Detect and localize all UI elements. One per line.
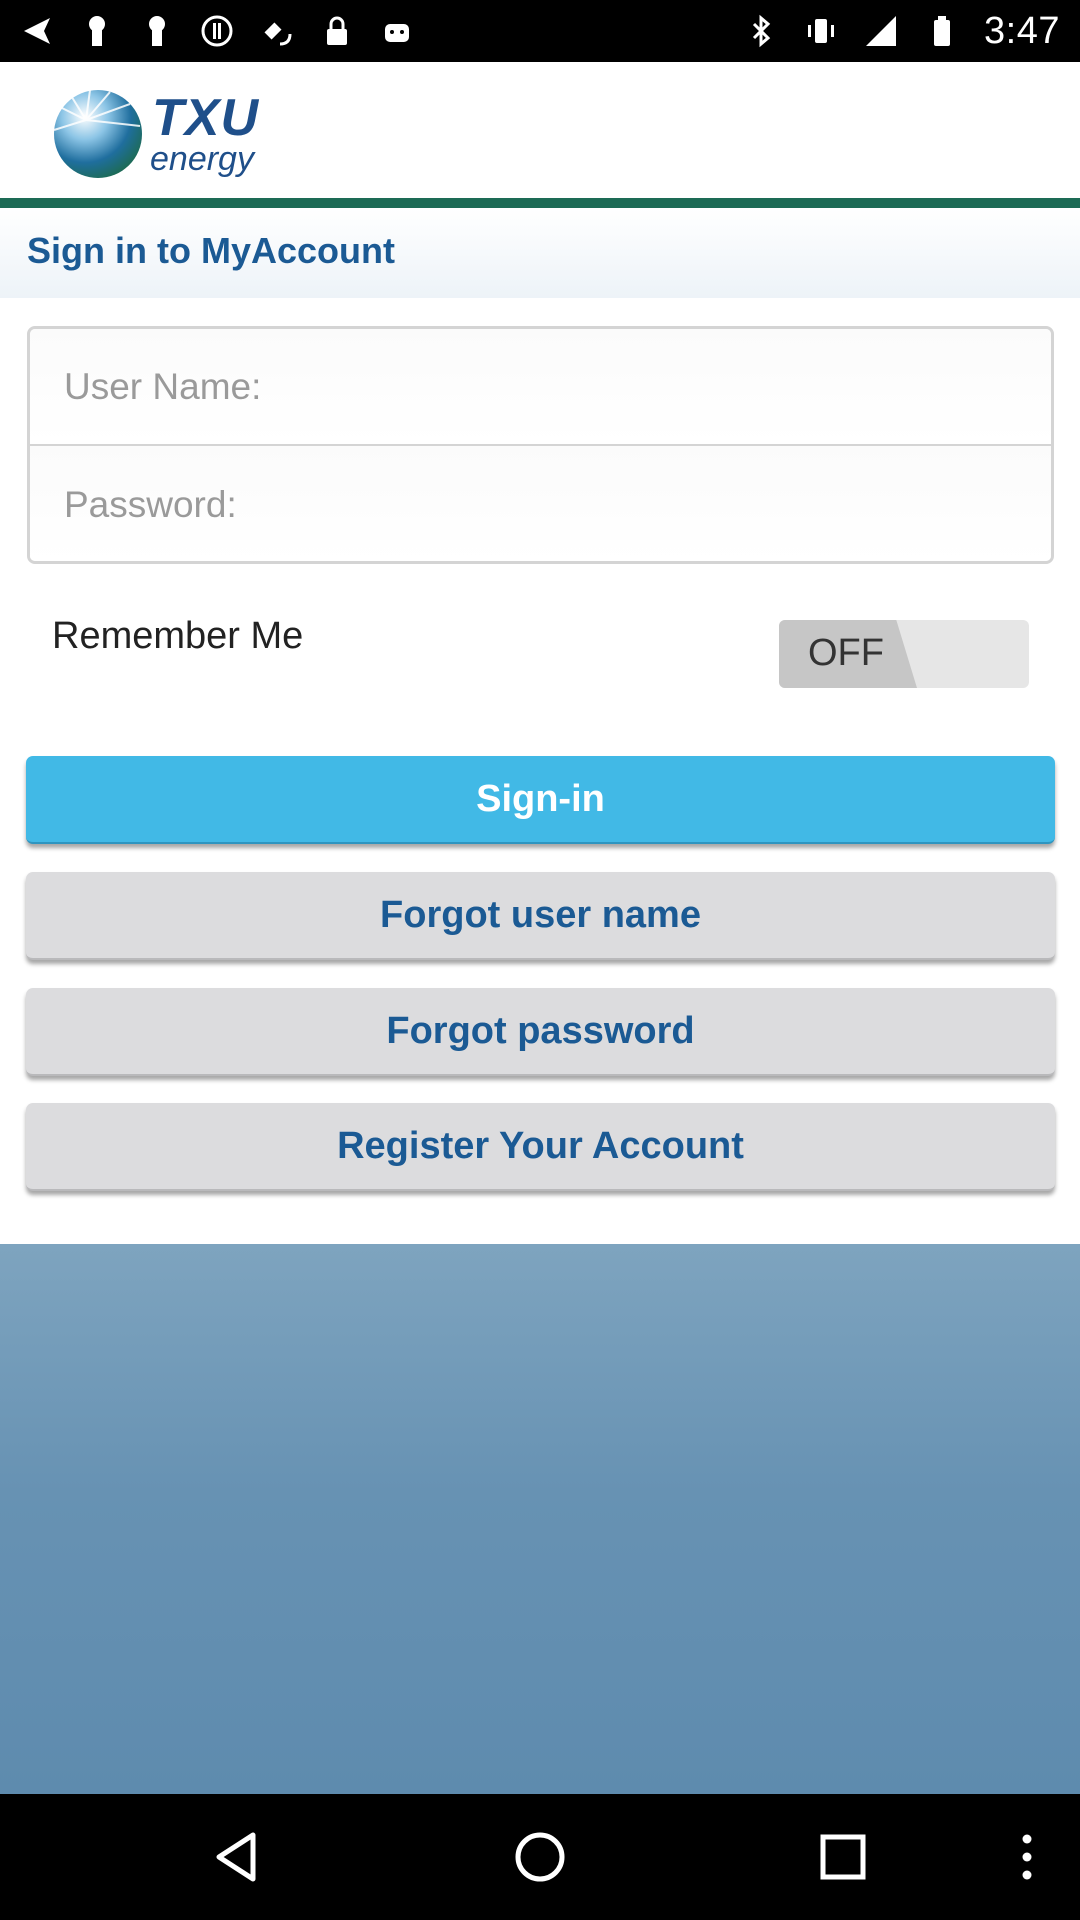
recents-icon[interactable]: [812, 1826, 874, 1888]
password-field[interactable]: [64, 483, 1051, 526]
android-icon: [380, 14, 414, 48]
vibrate-icon: [804, 14, 838, 48]
background-panel: [0, 1244, 1080, 1794]
remember-me-label: Remember Me: [52, 615, 304, 657]
register-account-button[interactable]: Register Your Account: [26, 1103, 1055, 1191]
keyhole-icon: [140, 14, 174, 48]
forgot-password-button[interactable]: Forgot password: [26, 988, 1055, 1076]
sign-in-button[interactable]: Sign-in: [26, 756, 1055, 844]
status-bar: 3:47: [0, 0, 1080, 62]
txu-logo: TXU energy: [50, 86, 259, 182]
username-row: [30, 329, 1051, 446]
toggle-state: OFF: [808, 632, 884, 674]
remember-me-toggle[interactable]: OFF: [779, 620, 1029, 688]
bluetooth-icon: [744, 14, 778, 48]
app-header: TXU energy: [0, 62, 1080, 198]
back-icon[interactable]: [206, 1826, 268, 1888]
password-row: [30, 446, 1051, 561]
credentials-box: [27, 326, 1054, 564]
lock-icon: [320, 14, 354, 48]
logo-sub: energy: [150, 140, 254, 178]
page-title: Sign in to MyAccount: [27, 230, 395, 271]
alert-icon: [200, 14, 234, 48]
logo-brand: TXU: [152, 89, 259, 147]
title-band: Sign in to MyAccount: [0, 208, 1080, 298]
home-icon[interactable]: [509, 1826, 571, 1888]
fake-gps-icon: [260, 14, 294, 48]
navigation-bar: [0, 1794, 1080, 1920]
forgot-user-name-button[interactable]: Forgot user name: [26, 872, 1055, 960]
battery-icon: [924, 14, 958, 48]
sunburst-logo-icon: [53, 89, 142, 178]
header-divider: [0, 198, 1080, 208]
status-time: 3:47: [984, 9, 1060, 52]
menu-icon[interactable]: [996, 1826, 1058, 1888]
signal-icon: [864, 14, 898, 48]
status-right-icons: 3:47: [744, 10, 1060, 53]
status-left-icons: [20, 14, 414, 48]
logo-text: TXU energy: [150, 89, 259, 178]
keyhole-icon: [80, 14, 114, 48]
username-field[interactable]: [64, 365, 1051, 408]
back-arrow-icon: [20, 14, 54, 48]
